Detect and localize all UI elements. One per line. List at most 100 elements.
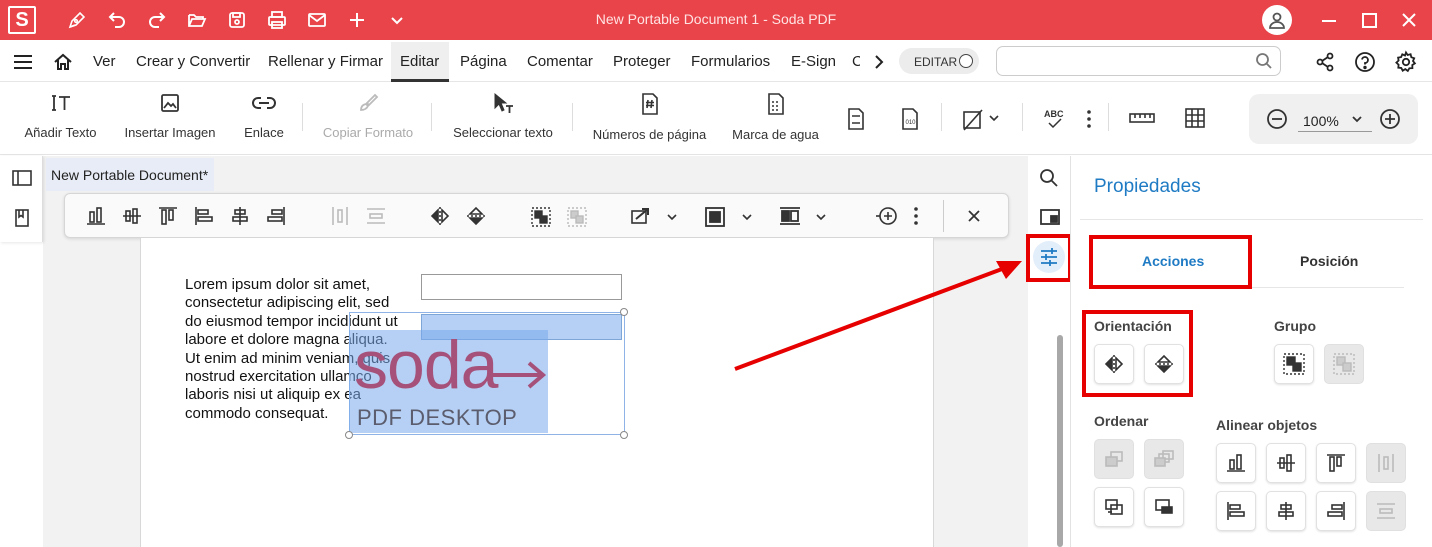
group-button[interactable] [1274,344,1314,384]
user-avatar-icon[interactable] [1262,5,1292,35]
insert-image-label: Insertar Imagen [124,125,216,140]
page-number-icon [639,92,661,116]
send-backward-button[interactable] [1094,487,1134,527]
flip-vertical-icon[interactable] [466,206,486,226]
ungroup-icon[interactable] [566,206,587,227]
menu-pagina[interactable]: Página [460,53,507,70]
resize-handle[interactable] [620,431,628,439]
resize-handle[interactable] [345,431,353,439]
align-right-icon[interactable] [266,206,286,226]
distribute-vertical-button[interactable] [1366,491,1406,531]
home-icon[interactable] [52,51,74,73]
chevron-down-icon[interactable] [814,210,834,230]
select-text-button[interactable]: Seleccionar texto [453,92,553,140]
redact-icon[interactable] [961,107,985,131]
spellcheck-icon[interactable]: ABC [1043,107,1067,131]
search-icon[interactable] [1039,168,1059,188]
grid-icon[interactable] [1184,107,1206,129]
replace-image-icon[interactable] [630,206,650,226]
form-field-box[interactable] [421,274,622,300]
chevron-down-icon [1350,112,1364,126]
share-icon[interactable] [1314,51,1336,73]
menu-crear-convertir[interactable]: Crear y Convertir [136,53,250,70]
ribbon-separator [1108,103,1109,131]
tab-posicion[interactable]: Posición [1300,253,1358,269]
help-icon[interactable] [1354,51,1376,73]
bring-to-front-button[interactable] [1144,439,1184,479]
zoom-select[interactable]: 100% [1298,108,1372,132]
bring-forward-button[interactable] [1094,439,1134,479]
flip-horizontal-icon[interactable] [430,206,450,226]
link-button[interactable]: Enlace [244,92,284,140]
vertical-scrollbar[interactable] [1057,335,1063,547]
insert-image-button[interactable]: Insertar Imagen [124,92,216,140]
ribbon-separator [1022,103,1023,131]
more-options-icon[interactable] [1085,109,1093,129]
link-label: Enlace [244,125,284,140]
close-toolbar-icon[interactable] [966,208,986,228]
close-icon[interactable] [1396,7,1422,33]
align-objects-heading: Alinear objetos [1216,417,1318,433]
annotation-arrow [730,250,1030,375]
editar-toggle[interactable]: EDITAR [899,48,979,74]
align-right-button[interactable] [1316,491,1356,531]
align-top-button[interactable] [1316,443,1356,483]
cursor-text-icon [492,92,514,114]
send-to-back-button[interactable] [1144,487,1184,527]
watermark-button[interactable]: Marca de agua [732,92,819,142]
align-horizontal-center-button[interactable] [1266,491,1306,531]
text-cursor-icon [50,92,72,114]
copy-format-button[interactable]: Copiar Formato [323,92,413,140]
minimize-icon[interactable] [1316,7,1342,33]
bookmark-icon[interactable] [14,208,30,228]
ungroup-button[interactable] [1324,344,1364,384]
menu-proteger[interactable]: Proteger [613,53,671,70]
resize-handle[interactable] [620,308,628,316]
align-left-button[interactable] [1216,491,1256,531]
chevron-down-icon[interactable] [740,210,760,230]
align-vertical-center-icon[interactable] [122,206,142,226]
chevron-right-icon[interactable] [870,52,888,72]
menu-rellenar-firmar[interactable]: Rellenar y Firmar [268,53,383,70]
chevron-down-icon[interactable] [987,111,1001,125]
zoom-out-icon[interactable] [1266,108,1288,130]
rotate-add-icon[interactable] [875,205,897,225]
menu-comentar[interactable]: Comentar [527,53,593,70]
align-horizontal-center-icon[interactable] [230,206,250,226]
opacity-icon[interactable] [778,206,800,226]
group-icon[interactable] [530,206,551,227]
border-style-icon[interactable] [704,206,725,227]
align-top-icon[interactable] [158,206,178,226]
chevron-down-icon[interactable] [665,210,685,230]
hamburger-menu-icon[interactable] [12,52,34,72]
add-text-button[interactable]: Añadir Texto [24,92,97,140]
menu-ver[interactable]: Ver [93,53,116,70]
search-input[interactable] [996,46,1281,76]
align-left-icon[interactable] [194,206,214,226]
soda-logo-word[interactable]: soda [354,330,498,400]
menu-formularios[interactable]: Formularios [691,53,770,70]
menu-overflow-item[interactable]: C [852,53,860,70]
bates-numbering-icon[interactable]: 010 [899,107,921,131]
align-bottom-button[interactable] [1216,443,1256,483]
header-footer-icon[interactable] [845,107,867,131]
distribute-vertical-icon[interactable] [366,206,386,226]
settings-gear-icon[interactable] [1394,50,1418,74]
sidebar-toggle-icon[interactable] [11,168,33,188]
align-left-icon [1227,502,1245,520]
ruler-icon[interactable] [1129,108,1155,128]
align-vertical-center-button[interactable] [1266,443,1306,483]
page-numbers-button[interactable]: Números de página [593,92,706,142]
distribute-horizontal-button[interactable] [1366,443,1406,483]
left-panel [0,156,43,242]
panel-icon[interactable] [1039,207,1061,227]
maximize-icon[interactable] [1356,7,1382,33]
document-tab[interactable]: New Portable Document* [46,158,214,191]
align-bottom-icon[interactable] [86,206,106,226]
tab-baseline [1249,287,1404,288]
menu-editar[interactable]: Editar [400,53,439,70]
menu-esign[interactable]: E-Sign [791,53,836,70]
more-options-icon[interactable] [912,206,932,226]
zoom-in-icon[interactable] [1379,108,1401,130]
distribute-horizontal-icon[interactable] [330,206,350,226]
